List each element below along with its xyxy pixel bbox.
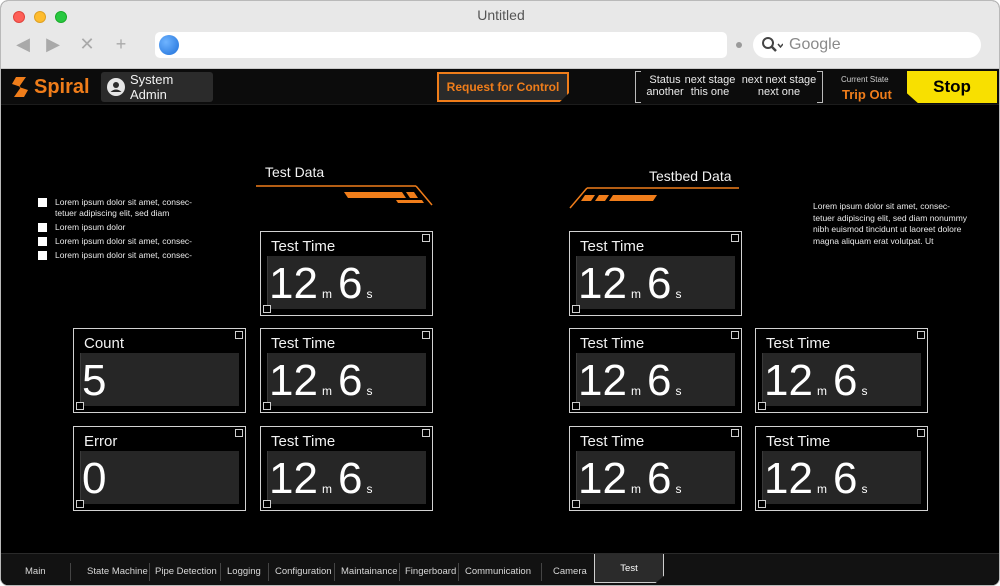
test-time-value: 12 m 6s [764,454,868,503]
app-root: Spiral System Admin Request for Control … [1,69,999,585]
checklist: Lorem ipsum dolor sit amet, consec- tetu… [38,197,208,264]
request-control-button[interactable]: Request for Control [437,72,569,102]
test-time-value: 12 m 6s [578,259,682,308]
search-icon [762,37,783,52]
checkbox[interactable] [38,251,47,260]
test-time-value: 12 m 6s [269,259,373,308]
test-data-title: Test Data [265,164,325,180]
status-stages: Status another next stage this one next ne… [635,71,823,103]
stop-load-icon[interactable]: ✕ [75,32,99,56]
testbed-time-card: Test Time 12 m 6s [755,426,928,511]
user-avatar-icon [107,78,125,96]
tab-state-machine[interactable]: State Machine [87,554,148,585]
test-time-value: 12 m 6s [269,454,373,503]
test-time-card: Test Time 12 m 6s [260,328,433,413]
tab-logging[interactable]: Logging [227,554,261,585]
current-state-value: Trip Out [842,87,892,102]
tab-camera[interactable]: Camera [553,554,587,585]
user-menu[interactable]: System Admin [101,72,213,102]
test-time-value: 12 m 6s [764,356,868,405]
new-tab-icon[interactable]: + [109,32,133,56]
testbed-time-card: Test Time 12 m 6s [569,426,742,511]
address-bar[interactable] [155,32,727,58]
search-field[interactable]: Google [753,32,981,58]
checkbox[interactable] [38,198,47,207]
status-stage-2: next stage this one [684,74,736,98]
browser-chrome: Untitled ◀ ▶ ✕ + Google [1,1,999,69]
user-name: System Admin [130,72,174,102]
checklist-item[interactable]: Lorem ipsum dolor sit amet, consec- tetu… [38,197,208,219]
count-card: Count 5 [73,328,246,413]
card-value: 0 [82,454,107,503]
test-time-card: Test Time 12 m 6s [260,426,433,511]
testbed-data-title: Testbed Data [649,168,732,184]
window-title: Untitled [477,7,525,23]
testbed-time-card: Test Time 12 m 6s [569,231,742,316]
testbed-time-card: Test Time 12 m 6s [569,328,742,413]
description-paragraph: Lorem ipsum dolor sit amet, consec- tetu… [813,201,968,246]
spiral-logo-icon [12,77,28,97]
logo-text: Spiral [34,75,90,98]
test-data-underline [256,185,433,206]
checklist-item[interactable]: Lorem ipsum dolor sit amet, consec- [38,236,208,247]
test-time-value: 12 m 6s [269,356,373,405]
tab-main[interactable]: Main [25,554,46,585]
tab-fingerboard[interactable]: Fingerboard [405,554,456,585]
checkbox[interactable] [38,237,47,246]
testbed-time-card: Test Time 12 m 6s [755,328,928,413]
card-label: Count [84,335,125,352]
app-logo: Spiral [10,74,90,100]
status-stage-1: Status another [646,74,684,98]
app-top-bar: Spiral System Admin Request for Control … [1,69,999,105]
stop-button[interactable]: Stop [907,71,997,103]
bottom-tab-bar: Main State Machine Pipe Detection Loggin… [1,553,999,585]
card-label: Error [84,433,118,450]
checklist-item[interactable]: Lorem ipsum dolor [38,222,208,233]
tab-maintainance[interactable]: Maintainance [341,554,398,585]
browser-window: Untitled ◀ ▶ ✕ + Google Spiral System Ad… [0,0,1000,586]
tab-communication[interactable]: Communication [465,554,531,585]
card-value: 5 [82,356,107,405]
tab-configuration[interactable]: Configuration [275,554,332,585]
status-stage-3: next next stage next one [741,74,817,98]
error-card: Error 0 [73,426,246,511]
loading-dot-icon [736,42,742,48]
test-time-card: Test Time 12 m 6s [260,231,433,316]
forward-icon[interactable]: ▶ [41,32,65,56]
test-time-value: 12 m 6s [578,356,682,405]
globe-icon [159,35,179,55]
search-placeholder: Google [789,36,841,53]
current-state-label: Current State [841,75,889,84]
checkbox[interactable] [38,223,47,232]
tab-test[interactable]: Test [594,554,664,583]
tab-pipe-detection[interactable]: Pipe Detection [155,554,217,585]
checklist-item[interactable]: Lorem ipsum dolor sit amet, consec- [38,250,208,261]
test-time-value: 12 m 6s [578,454,682,503]
back-icon[interactable]: ◀ [11,32,35,56]
testbed-data-underline [569,187,739,209]
